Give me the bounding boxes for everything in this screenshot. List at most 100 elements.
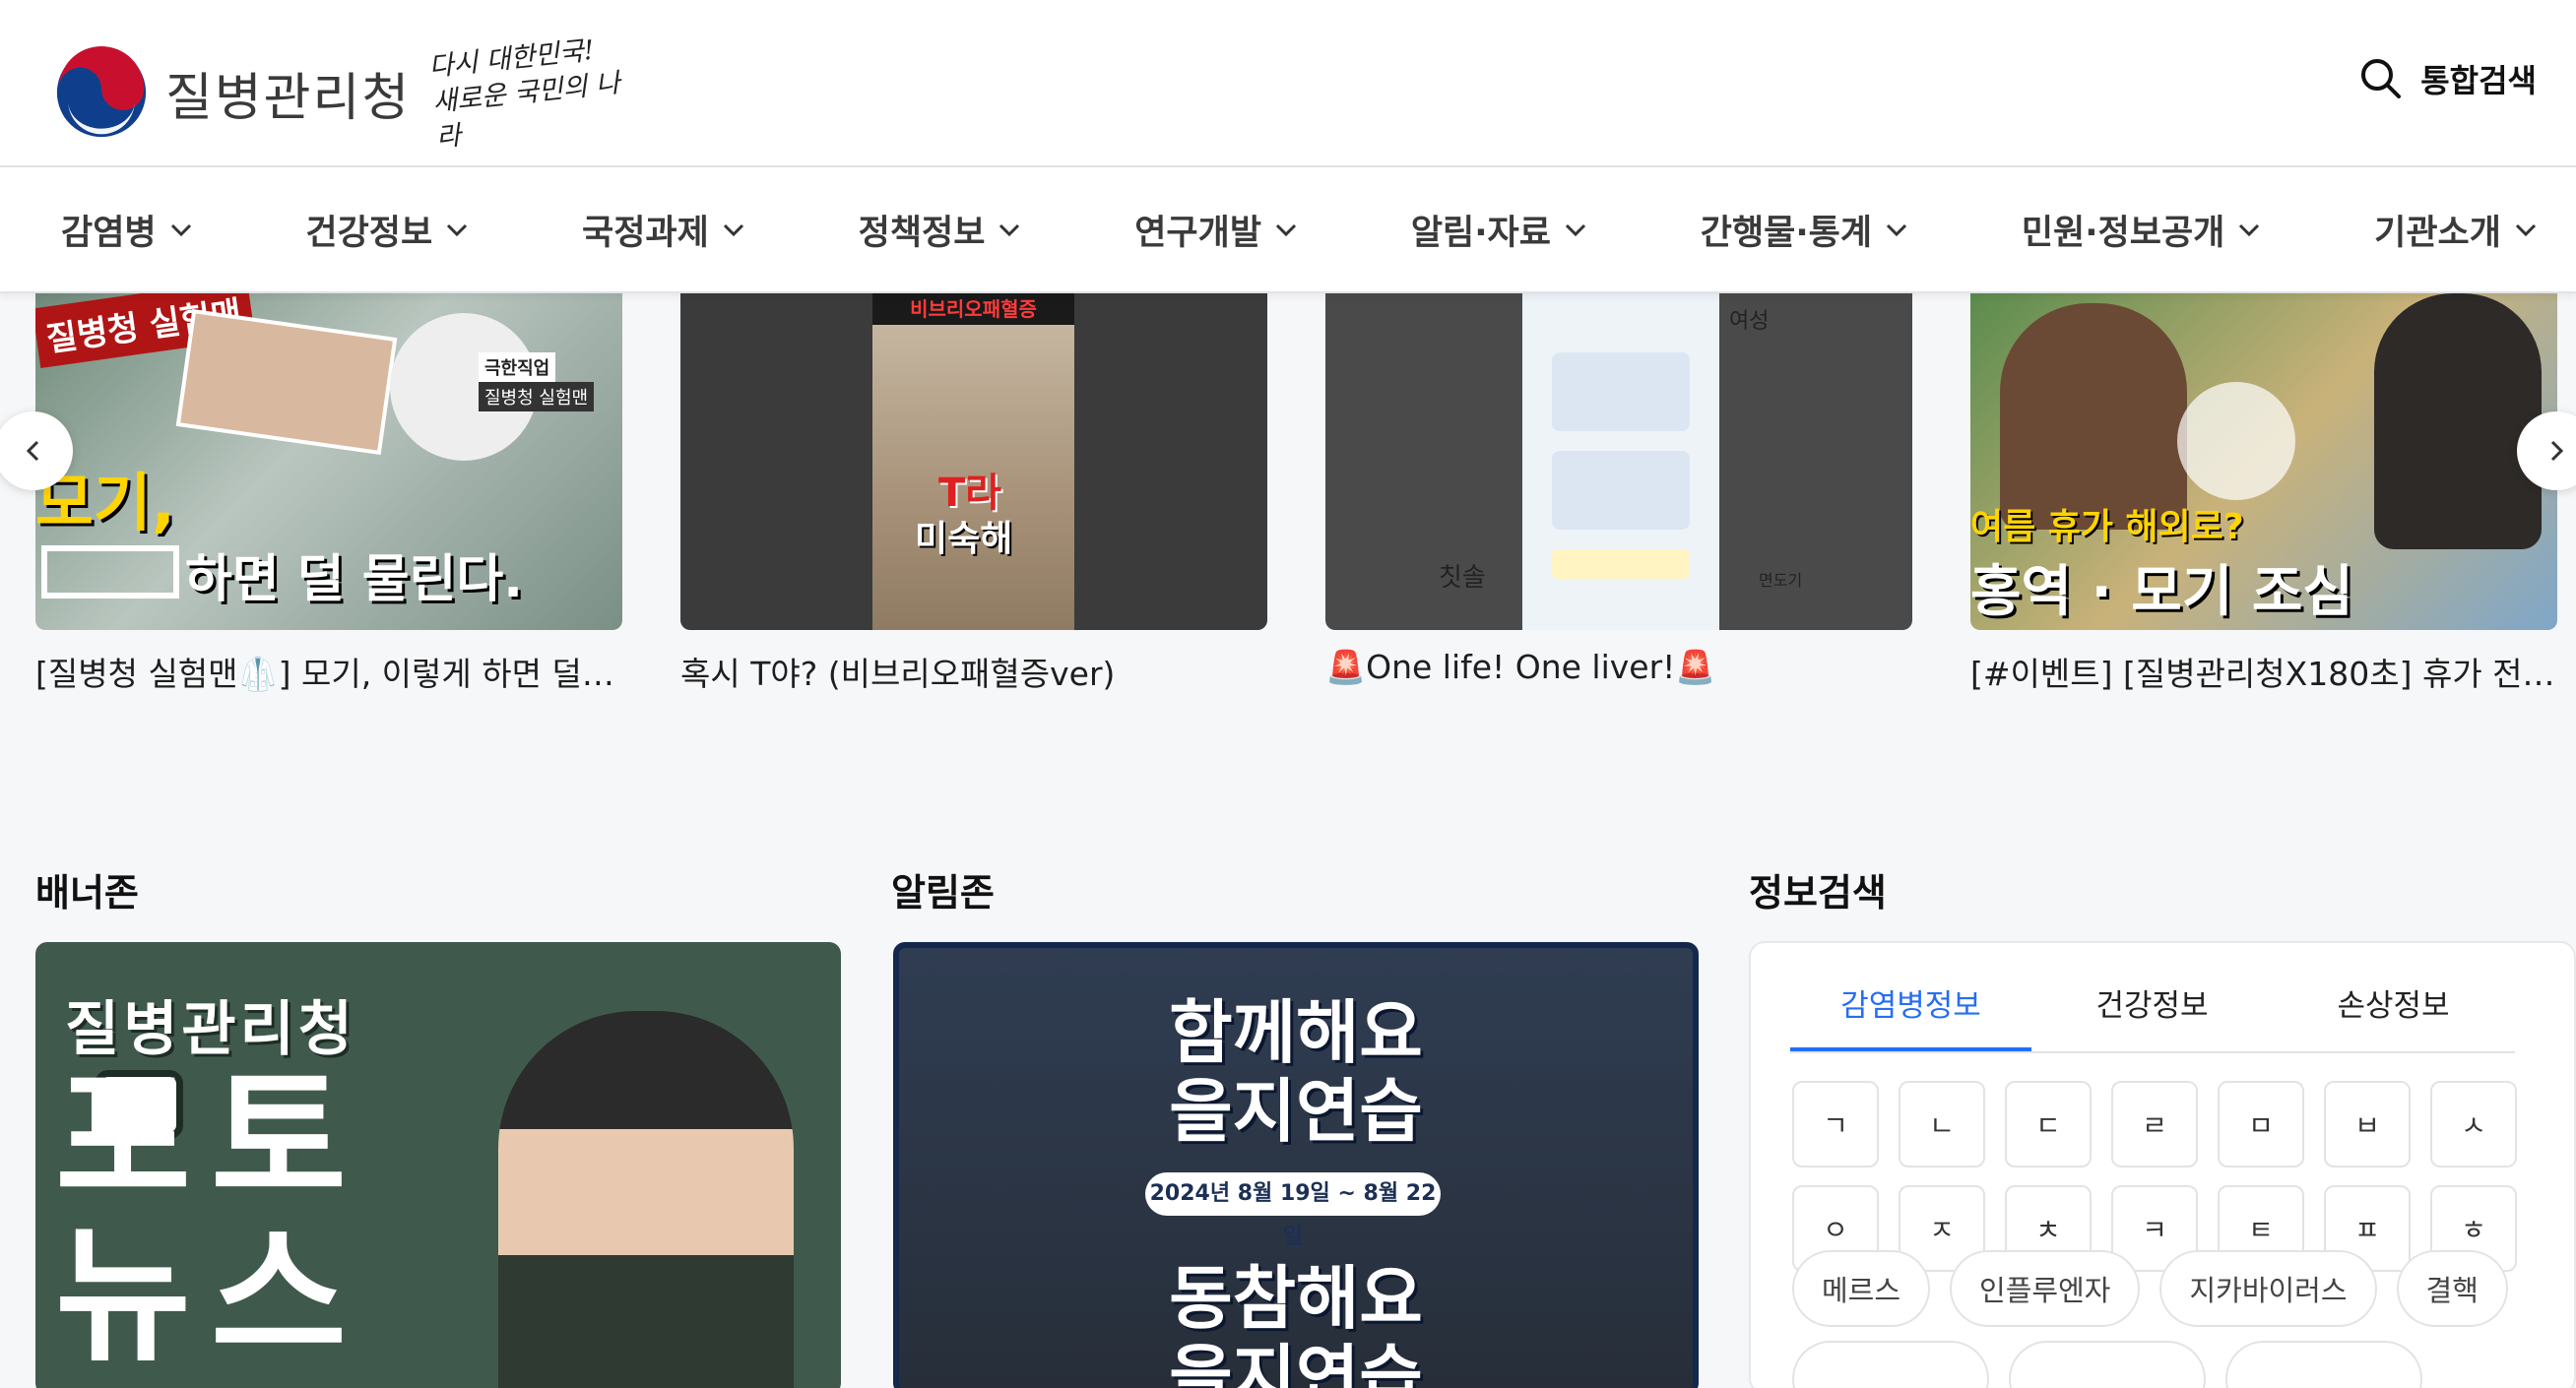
search-label: 통합검색 <box>2420 62 2537 99</box>
keyword-chip[interactable] <box>2225 1341 2422 1388</box>
nav-item-civil-petition[interactable]: 민원·정보공개 <box>2022 205 2263 255</box>
consonant-button[interactable]: ㄴ <box>1899 1081 1985 1167</box>
chevron-down-icon <box>2515 223 2537 237</box>
thumb-tag: 극한직업 <box>479 352 556 382</box>
thumb-mosquito-bubble <box>2177 382 2295 500</box>
thumb-text: 여성 <box>1729 309 1770 334</box>
nav-label: 건강정보 <box>305 213 433 253</box>
nav-label: 정책정보 <box>858 213 986 253</box>
thumb-title: 비브리오패혈증 <box>872 293 1074 325</box>
banner-zone-title: 배너존 <box>35 871 139 915</box>
chevron-down-icon <box>1886 223 1907 237</box>
keyword-chip[interactable]: 인플루엔자 <box>1950 1250 2141 1327</box>
thumb-subtitle: 하면 덜 물린다. <box>185 550 524 609</box>
chevron-down-icon <box>447 223 468 237</box>
video-thumbnail: 칫솔 면도기 여성 <box>1325 293 1912 630</box>
nav-item-publications[interactable]: 간행물·통계 <box>1701 205 1909 255</box>
info-tabs: 감염병정보 건강정보 손상정보 <box>1790 965 2515 1053</box>
nav-label: 감염병 <box>61 213 157 253</box>
nav-item-about[interactable]: 기관소개 <box>2374 205 2539 255</box>
video-thumbnail: 질병청 실험맨 극한직업 질병청 실험맨 모기, 하면 덜 물린다. <box>35 293 622 630</box>
video-card[interactable]: 질병청 실험맨 극한직업 질병청 실험맨 모기, 하면 덜 물린다. [질병청 … <box>35 293 622 695</box>
thumb-text: 미숙해 <box>915 519 1013 559</box>
thumb-text: 홍역 · 모기 조심 <box>1970 560 2353 624</box>
notice-date: 2024년 8월 19일 ~ 8월 22일 <box>1145 1172 1441 1249</box>
site-logo[interactable]: 질병관리청 다시 대한민국! 새로운 국민의 나라 <box>55 35 639 154</box>
nav-item-research[interactable]: 연구개발 <box>1134 205 1299 255</box>
nav-item-national-tasks[interactable]: 국정과제 <box>582 205 746 255</box>
tab-health-info[interactable]: 건강정보 <box>2031 965 2273 1051</box>
chevron-down-icon <box>1565 223 1586 237</box>
chevron-left-icon <box>26 440 39 462</box>
tab-infectious-disease-info[interactable]: 감염병정보 <box>1790 965 2031 1051</box>
nav-label: 알림·자료 <box>1410 213 1551 253</box>
site-header: 질병관리청 다시 대한민국! 새로운 국민의 나라 통합검색 <box>0 0 2576 167</box>
keyword-chips: 메르스 인플루엔자 지카바이러스 결핵 <box>1792 1250 2508 1327</box>
nav-item-news-data[interactable]: 알림·자료 <box>1411 205 1588 255</box>
nav-item-policy-info[interactable]: 정책정보 <box>859 205 1023 255</box>
thumb-text: 칫솔 <box>1439 563 1486 593</box>
consonant-button[interactable]: ㅂ <box>2324 1081 2411 1167</box>
banner-line3: 뉴스 <box>55 1211 367 1382</box>
slogan: 다시 대한민국! 새로운 국민의 나라 <box>427 29 644 156</box>
info-search-panel: 감염병정보 건강정보 손상정보 ㄱ ㄴ ㄷ ㄹ ㅁ ㅂ ㅅ ㅇ ㅈ ㅊ ㅋ ㅌ … <box>1749 941 2576 1388</box>
integrated-search-button[interactable]: 통합검색 <box>2357 55 2537 102</box>
video-caption: 혹시 T야? (비브리오패혈증ver) <box>680 655 1116 693</box>
chevron-right-icon <box>2550 440 2564 462</box>
thumb-panel <box>1552 549 1690 579</box>
banner-portrait <box>498 1011 794 1388</box>
nav-label: 연구개발 <box>1134 213 1262 253</box>
thumb-person <box>2374 293 2542 549</box>
consonant-button[interactable]: ㄷ <box>2005 1081 2092 1167</box>
notice-zone-title: 알림존 <box>891 871 995 915</box>
chevron-down-icon <box>2239 223 2260 237</box>
consonant-button[interactable]: ㅅ <box>2430 1081 2517 1167</box>
chevron-down-icon <box>999 223 1020 237</box>
main-nav: 감염병 건강정보 국정과제 정책정보 연구개발 알림·자료 간행물·통계 민원·… <box>0 167 2576 293</box>
nav-label: 기관소개 <box>2374 213 2501 253</box>
keyword-chip[interactable] <box>1792 1341 1989 1388</box>
keyword-chip[interactable] <box>2009 1341 2206 1388</box>
chevron-down-icon <box>723 223 743 237</box>
info-search-title: 정보검색 <box>1749 871 1887 915</box>
consonant-button[interactable]: ㅁ <box>2218 1081 2304 1167</box>
notice-banner[interactable]: 함께해요 을지연습 2024년 8월 19일 ~ 8월 22일 동참해요 을지연… <box>893 942 1699 1388</box>
search-icon <box>2361 59 2402 98</box>
video-caption: 🚨One life! One liver!🚨 <box>1325 648 1716 686</box>
keyword-chip[interactable]: 지카바이러스 <box>2159 1250 2377 1327</box>
thumb-blank-box <box>41 545 179 599</box>
notice-line2: 을지연습 <box>1169 1071 1423 1152</box>
keyword-chip[interactable]: 메르스 <box>1792 1250 1931 1327</box>
photo-news-banner[interactable]: 질병관리청 포토 뉴스 <box>35 942 841 1388</box>
video-caption: [질병청 실험맨🥼] 모기, 이렇게 하면 덜 물리는 <box>35 655 622 693</box>
video-card[interactable]: 여름 휴가 해외로? 홍역 · 모기 조심 [#이벤트] [질병관리청X180초… <box>1970 293 2557 695</box>
nav-label: 민원·정보공개 <box>2021 213 2225 253</box>
video-carousel: 질병청 실험맨 극한직업 질병청 실험맨 모기, 하면 덜 물린다. [질병청 … <box>0 293 2576 707</box>
video-thumbnail: 여름 휴가 해외로? 홍역 · 모기 조심 <box>1970 293 2557 630</box>
nav-item-health-info[interactable]: 건강정보 <box>305 205 470 255</box>
nav-item-infectious-disease[interactable]: 감염병 <box>61 205 194 255</box>
tab-injury-info[interactable]: 손상정보 <box>2273 965 2514 1051</box>
video-caption: [#이벤트] [질병관리청X180초] 휴가 전 필수 시청 <box>1970 655 2557 693</box>
video-card[interactable]: 비브리오패혈증 T라 미숙해 혹시 T야? (비브리오패혈증ver) <box>680 293 1267 695</box>
thumb-photo <box>175 308 398 456</box>
thumb-person <box>2000 303 2187 530</box>
thumb-panel <box>1552 352 1690 431</box>
taegeuk-logo-icon <box>56 46 147 138</box>
thumb-text: 면도기 <box>1759 571 1803 590</box>
keyword-chips-row2 <box>1792 1341 2422 1388</box>
chevron-down-icon <box>170 223 191 237</box>
keyword-chip[interactable]: 결핵 <box>2396 1250 2508 1327</box>
banner-line2: 포토 <box>55 1053 367 1225</box>
video-thumbnail: 비브리오패혈증 T라 미숙해 <box>680 293 1267 630</box>
video-card[interactable]: 칫솔 면도기 여성 🚨One life! One liver!🚨 <box>1325 293 1912 687</box>
thumb-text: 여름 휴가 해외로? <box>1970 507 2244 547</box>
consonant-index: ㄱ ㄴ ㄷ ㄹ ㅁ ㅂ ㅅ ㅇ ㅈ ㅊ ㅋ ㅌ ㅍ ㅎ <box>1792 1081 2517 1272</box>
consonant-button[interactable]: ㄹ <box>2111 1081 2198 1167</box>
consonant-button[interactable]: ㄱ <box>1792 1081 1879 1167</box>
chevron-down-icon <box>1275 223 1297 237</box>
notice-line4: 을지연습 <box>1169 1337 1423 1388</box>
nav-label: 국정과제 <box>582 213 709 253</box>
thumb-panel <box>1552 451 1690 530</box>
thumb-tag: 질병청 실험맨 <box>479 382 595 411</box>
